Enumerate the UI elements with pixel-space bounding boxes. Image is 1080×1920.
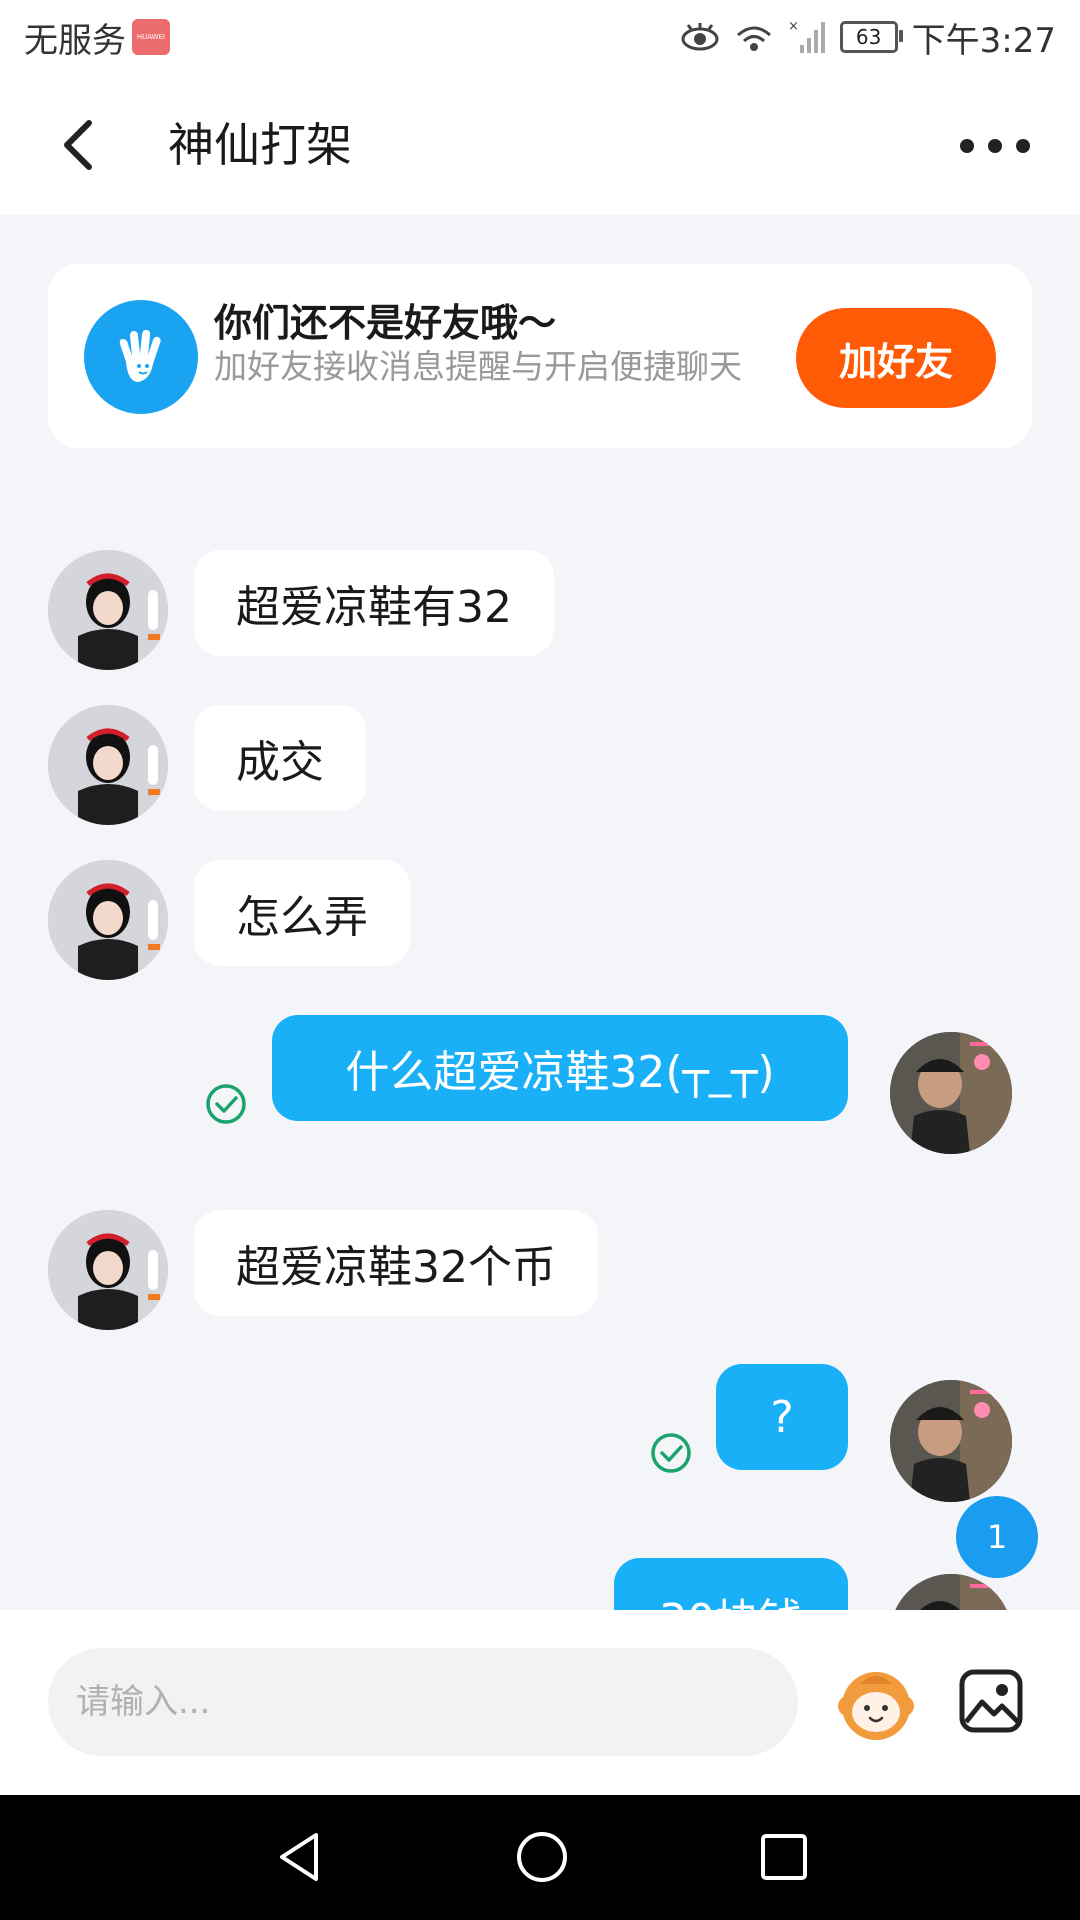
read-check-icon [651,1433,691,1473]
add-friend-card: 你们还不是好友哦～ 加好友接收消息提醒与开启便捷聊天 加好友 [48,264,1032,448]
not-friends-subtitle: 加好友接收消息提醒与开启便捷聊天 [214,347,742,386]
read-check-icon [206,1084,246,1124]
not-friends-title: 你们还不是好友哦～ [214,301,557,345]
status-bar: 无服务 HUAWEI × 63 下午3:27 [0,0,1080,75]
message-bubble-received[interactable]: 怎么弄 [194,860,410,966]
more-options-icon[interactable] [960,121,1030,171]
svg-text:×: × [788,19,799,34]
message-bubble-sent[interactable]: 30块钱 [614,1558,848,1610]
chat-title: 神仙打架 [168,118,352,172]
chat-header: 神仙打架 [0,75,1080,215]
message-bubble-sent[interactable]: ? [716,1364,848,1470]
huawei-app-icon: HUAWEI [132,19,170,55]
message-bubble-received[interactable]: 成交 [194,705,366,811]
unread-count-badge[interactable]: 1 [956,1496,1038,1578]
message-bubble-received[interactable]: 超爱凉鞋32个币 [194,1210,598,1316]
system-nav-bar [0,1795,1080,1920]
huawei-badge-text: HUAWEI [136,33,166,41]
contact-avatar[interactable] [48,1210,168,1330]
battery-icon: 63 [839,21,903,53]
carrier-text: 无服务 [24,20,126,61]
input-bar [0,1610,1080,1795]
my-avatar[interactable] [890,1380,1012,1502]
emoji-monkey-icon[interactable] [834,1660,918,1744]
nav-recent-apps-icon[interactable] [754,1827,814,1887]
image-picker-icon[interactable] [958,1668,1024,1734]
message-input[interactable] [48,1648,798,1756]
nav-back-icon[interactable] [270,1827,330,1887]
status-right: × 63 下午3:27 [680,12,1056,62]
contact-avatar[interactable] [48,705,168,825]
no-signal-icon: × [788,19,825,53]
clock: 下午3:27 [911,20,1056,61]
message-bubble-sent[interactable]: 什么超爱凉鞋32(┬_┬) [272,1015,848,1121]
status-left: 无服务 HUAWEI [24,12,170,62]
message-bubble-received[interactable]: 超爱凉鞋有32 [194,550,554,656]
message-list[interactable]: 超爱凉鞋有32 成交 怎么弄 什么超爱凉鞋32(┬_┬) 超爱凉鞋32个币 ? … [0,450,1080,1610]
eye-icon [681,23,719,51]
battery-level: 63 [855,25,882,49]
nav-home-icon[interactable] [512,1827,572,1887]
add-friend-button[interactable]: 加好友 [796,308,996,408]
waving-hand-icon [84,300,198,414]
contact-avatar[interactable] [48,550,168,670]
wifi-icon [736,26,771,51]
contact-avatar[interactable] [48,860,168,980]
my-avatar[interactable] [890,1032,1012,1154]
my-avatar[interactable] [890,1574,1012,1610]
back-arrow-icon[interactable] [55,113,115,177]
